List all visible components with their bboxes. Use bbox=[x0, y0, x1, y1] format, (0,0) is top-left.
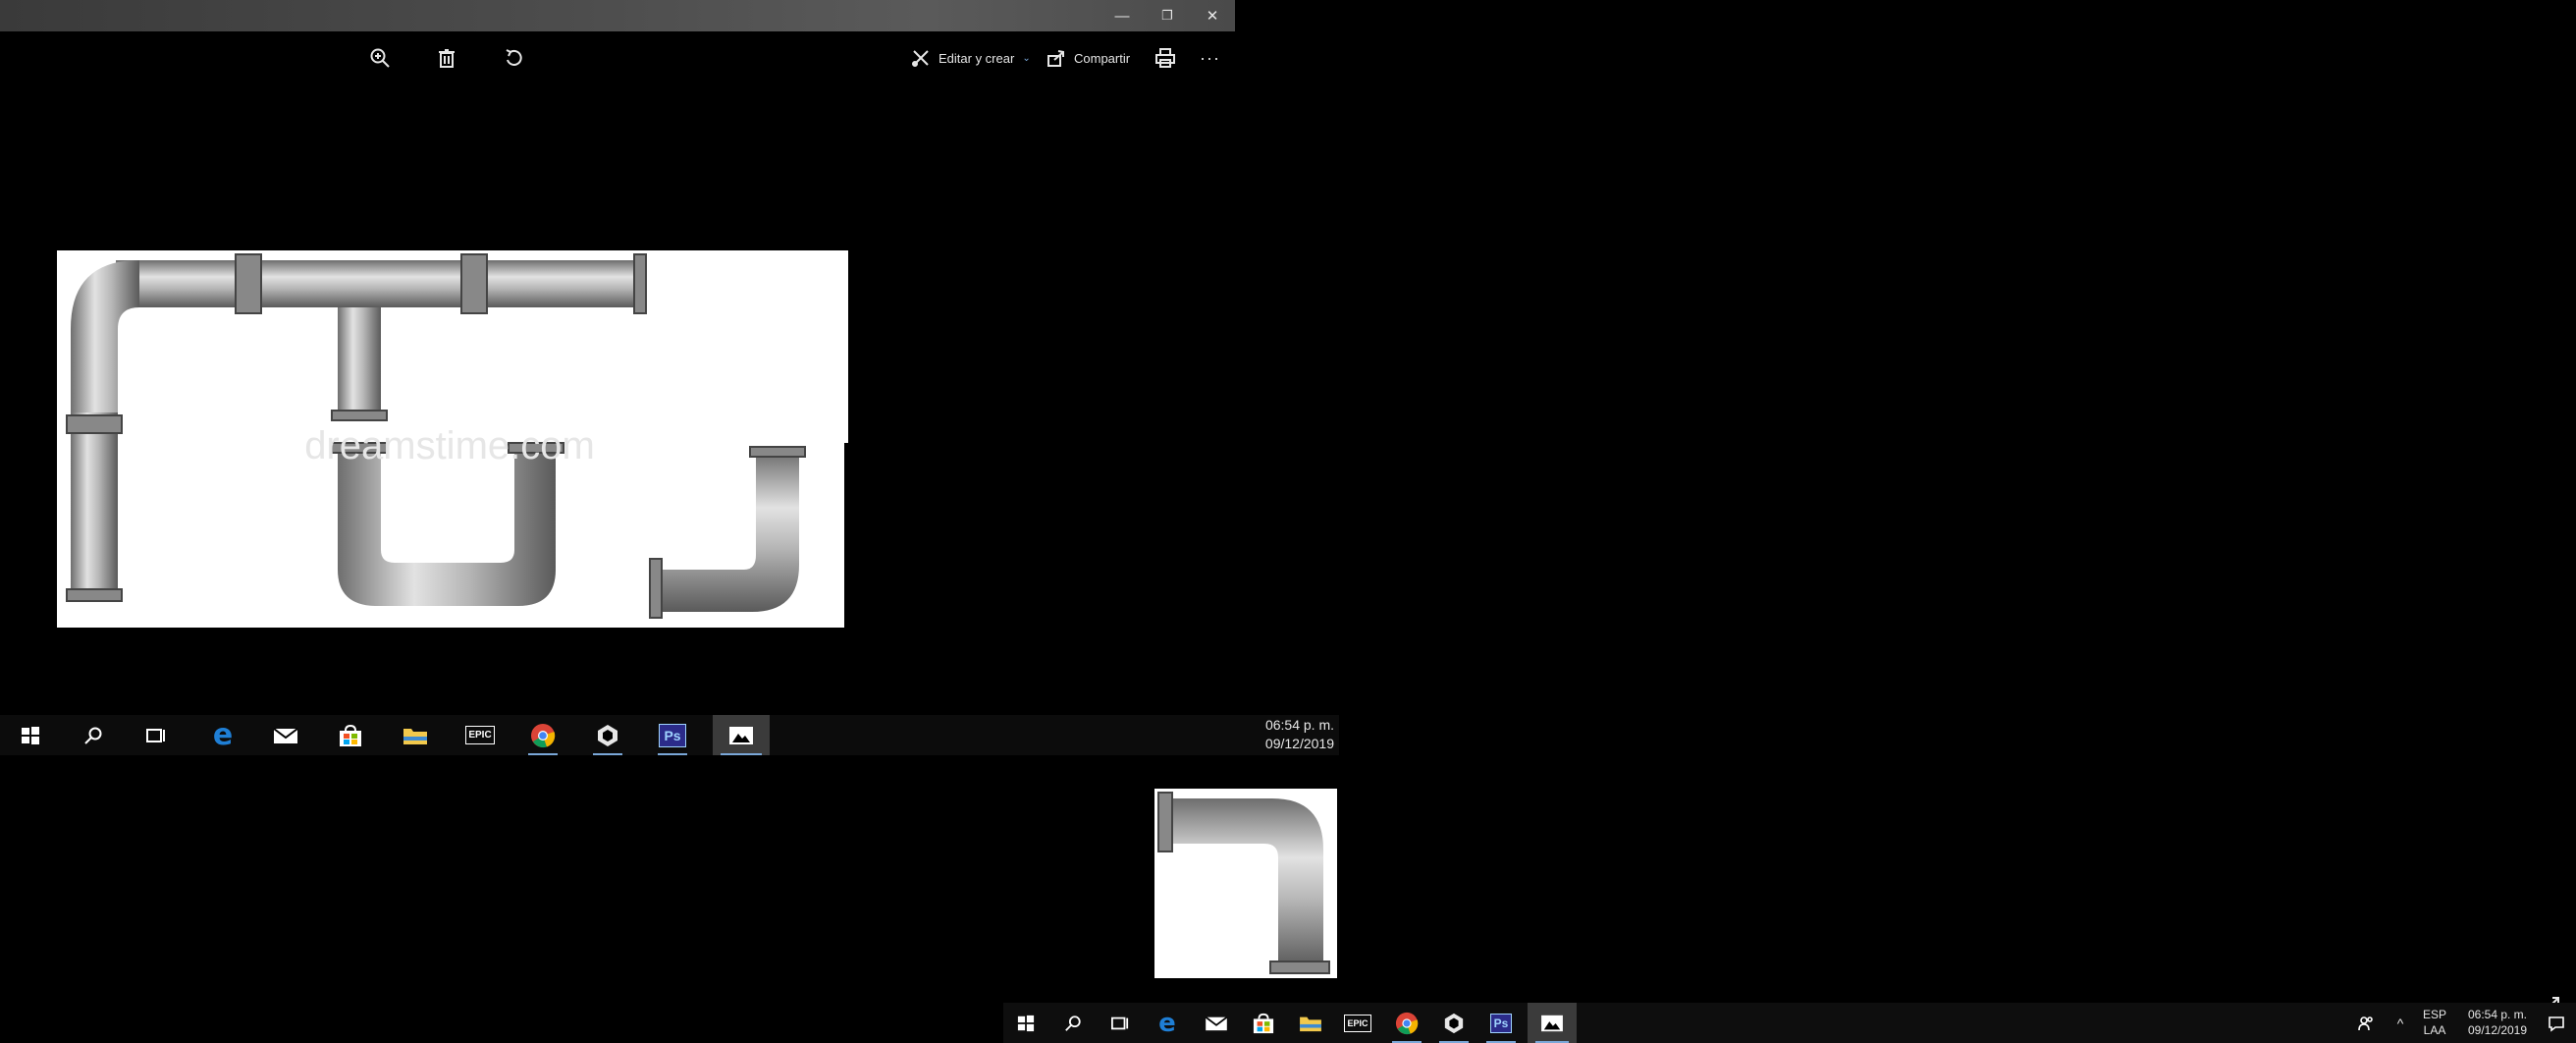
photos-icon bbox=[1541, 1015, 1563, 1031]
thumbnail-preview[interactable] bbox=[1154, 789, 1337, 978]
epic-games-button-preview[interactable]: EPIC bbox=[457, 715, 503, 755]
photos-button[interactable] bbox=[1528, 1003, 1577, 1043]
printer-icon bbox=[1155, 48, 1175, 68]
delete-button[interactable] bbox=[436, 41, 457, 75]
taskbar: e EPIC Ps ^ ESP LAA 06:54 p. m. 09/12/20… bbox=[1003, 1003, 2576, 1043]
unity-icon bbox=[598, 724, 617, 746]
chevron-down-icon: ⌄ bbox=[1022, 52, 1031, 64]
restore-button[interactable]: ❐ bbox=[1145, 0, 1190, 31]
print-button[interactable] bbox=[1154, 41, 1176, 75]
task-view-icon bbox=[146, 728, 165, 742]
language-code: ESP bbox=[2422, 1008, 2446, 1021]
chrome-icon bbox=[531, 723, 556, 747]
chrome-icon bbox=[1395, 1012, 1419, 1034]
zoom-button[interactable] bbox=[369, 41, 391, 75]
date-text-preview: 09/12/2019 bbox=[1264, 736, 1334, 751]
photoshop-button[interactable]: Ps bbox=[1478, 1003, 1524, 1043]
start-button[interactable] bbox=[1003, 1003, 1048, 1043]
edit-create-label: Editar y crear bbox=[939, 50, 1015, 66]
store-bag-icon bbox=[340, 724, 361, 746]
rotate-icon bbox=[506, 49, 522, 66]
photoshop-icon: Ps bbox=[659, 723, 686, 747]
photos-toolbar: Editar y crear ⌄ Compartir ··· bbox=[0, 31, 1235, 86]
search-icon bbox=[1065, 1015, 1081, 1031]
notification-icon bbox=[2549, 1016, 2564, 1032]
file-explorer-button[interactable] bbox=[1288, 1003, 1333, 1043]
edge-icon: e bbox=[1158, 1008, 1176, 1038]
language-indicator[interactable]: ESP LAA bbox=[2417, 1007, 2452, 1038]
watermark-text: dreamstime.com bbox=[304, 424, 595, 467]
title-bar[interactable]: — ❐ ✕ bbox=[0, 0, 1235, 31]
edit-tools-icon bbox=[912, 50, 929, 67]
chrome-button[interactable] bbox=[1384, 1003, 1429, 1043]
task-view-button-preview[interactable] bbox=[134, 715, 179, 755]
share-label: Compartir bbox=[1074, 50, 1131, 66]
chrome-button-preview[interactable] bbox=[520, 715, 565, 755]
search-icon bbox=[84, 727, 102, 744]
time-text: 06:54 p. m. bbox=[2467, 1008, 2528, 1021]
time-text-preview: 06:54 p. m. bbox=[1264, 717, 1334, 733]
language-region: LAA bbox=[2423, 1023, 2446, 1037]
task-view-button[interactable] bbox=[1098, 1003, 1143, 1043]
close-button[interactable]: ✕ bbox=[1190, 0, 1235, 31]
epic-games-icon: EPIC bbox=[1344, 1014, 1371, 1032]
folder-icon bbox=[1300, 1016, 1321, 1031]
share-button[interactable]: Compartir bbox=[1046, 41, 1130, 75]
store-button-preview[interactable] bbox=[328, 715, 373, 755]
people-button[interactable] bbox=[2348, 1003, 2384, 1043]
unity-button-preview[interactable] bbox=[585, 715, 630, 755]
date-text: 09/12/2019 bbox=[2467, 1023, 2528, 1037]
rotate-button[interactable] bbox=[503, 41, 524, 75]
more-button[interactable]: ··· bbox=[1200, 41, 1220, 75]
search-button-preview[interactable] bbox=[71, 715, 116, 755]
start-button-preview[interactable] bbox=[8, 715, 53, 755]
chevron-up-icon: ^ bbox=[2396, 1015, 2404, 1031]
epic-games-button[interactable]: EPIC bbox=[1335, 1003, 1380, 1043]
folder-icon bbox=[403, 728, 427, 744]
mail-icon bbox=[1205, 1016, 1228, 1030]
epic-games-icon: EPIC bbox=[465, 726, 495, 744]
minimize-button[interactable]: — bbox=[1100, 0, 1145, 31]
search-button[interactable] bbox=[1050, 1003, 1096, 1043]
trash-icon bbox=[439, 49, 455, 68]
zoom-in-icon bbox=[370, 48, 390, 68]
share-icon bbox=[1047, 50, 1064, 67]
clock[interactable]: 06:54 p. m. 09/12/2019 bbox=[2458, 1007, 2537, 1038]
store-button[interactable] bbox=[1241, 1003, 1286, 1043]
photoshop-button-preview[interactable]: Ps bbox=[650, 715, 695, 755]
edge-button-preview[interactable]: e bbox=[200, 715, 245, 755]
show-hidden-icons-button[interactable]: ^ bbox=[2386, 1003, 2415, 1043]
people-icon bbox=[2358, 1016, 2373, 1030]
edge-button[interactable]: e bbox=[1145, 1003, 1190, 1043]
photos-icon bbox=[729, 726, 753, 744]
store-bag-icon bbox=[1253, 1013, 1274, 1033]
windows-logo-icon bbox=[22, 726, 39, 744]
mail-icon bbox=[273, 727, 298, 743]
unity-button[interactable] bbox=[1431, 1003, 1476, 1043]
mail-button-preview[interactable] bbox=[263, 715, 308, 755]
clock-preview[interactable]: 06:54 p. m. 09/12/2019 bbox=[1265, 716, 1334, 753]
file-explorer-button-preview[interactable] bbox=[393, 715, 438, 755]
unity-icon bbox=[1444, 1013, 1464, 1033]
photoshop-icon: Ps bbox=[1489, 1013, 1513, 1033]
taskbar-preview: e EPIC Ps 06:54 p. m. 09/12/2019 bbox=[0, 715, 1339, 755]
edge-icon: e bbox=[212, 718, 234, 752]
task-view-icon bbox=[1110, 1016, 1129, 1029]
action-center-button[interactable] bbox=[2539, 1003, 2574, 1043]
windows-logo-icon bbox=[1017, 1015, 1035, 1031]
edit-create-button[interactable]: Editar y crear ⌄ bbox=[911, 41, 1031, 75]
photos-button-preview[interactable] bbox=[713, 715, 770, 755]
mail-button[interactable] bbox=[1194, 1003, 1239, 1043]
pipes-image[interactable]: dreamstime.com bbox=[57, 250, 848, 628]
